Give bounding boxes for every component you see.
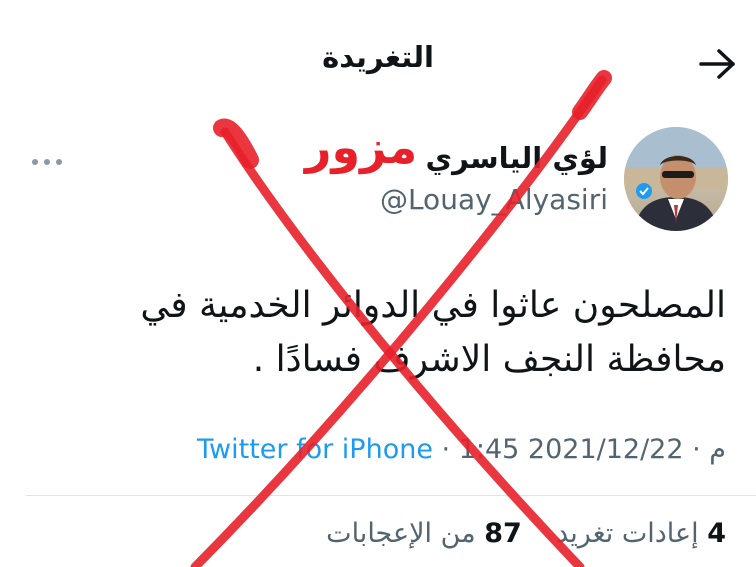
engagement-stats: 4 إعادات تغريد 87 من الإعجابات [326, 518, 726, 549]
retweets-count: 4 [707, 518, 726, 549]
likes-label: من الإعجابات [326, 518, 476, 549]
likes-stat[interactable]: 87 من الإعجابات [326, 518, 522, 549]
tweet-date: 2021/12/22 [527, 434, 684, 465]
author-handle[interactable]: @Louay_Alyasiri [380, 183, 608, 216]
retweets-stat[interactable]: 4 إعادات تغريد [556, 518, 726, 549]
tweet-line-2: محافظة النجف الاشرف فسادًا . [252, 339, 726, 380]
avatar-photo [624, 127, 728, 231]
page-title: التغريدة [322, 40, 434, 74]
likes-count: 87 [484, 518, 522, 549]
retweets-label: إعادات تغريد [556, 518, 699, 549]
tweet-text: المصلحون عاثوا في الدوائر الخدمية في محا… [86, 279, 726, 387]
divider [26, 495, 756, 496]
tweet-line-1: المصلحون عاثوا في الدوائر الخدمية في [140, 285, 726, 326]
author-name[interactable]: لؤي الياسري [426, 141, 608, 175]
meta-separator: · [432, 434, 459, 465]
meta-separator: · [683, 434, 710, 465]
top-bar: التغريدة [0, 0, 756, 120]
more-options-icon[interactable] [30, 150, 64, 174]
arrow-right-icon[interactable] [698, 46, 738, 82]
avatar[interactable] [624, 127, 728, 231]
tweet-source-link[interactable]: Twitter for iPhone [197, 434, 433, 465]
fake-stamp-text: مزور [305, 120, 418, 174]
tweet-meta: Twitter for iPhone · 1:45 م · 2021/12/22 [197, 434, 726, 465]
